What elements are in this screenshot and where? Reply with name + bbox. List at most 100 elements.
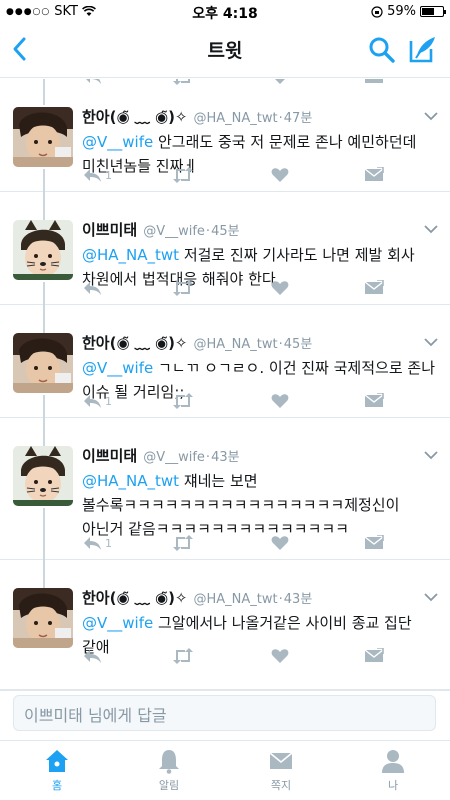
tweet[interactable]: 한아(◉̃ ﹏ ◉̃)✧ @HA_NA_twt · 43분 @V__wife 그… (0, 560, 450, 690)
chevron-down-icon[interactable] (424, 337, 438, 347)
tweet-thread: 한아(◉̃ ﹏ ◉̃)✧ @HA_NA_twt · 47분 @V__wife 안… (0, 79, 450, 690)
heart-icon (271, 649, 289, 663)
separator-dot: · (278, 592, 283, 607)
separator-dot: · (278, 111, 283, 126)
direct-message-button[interactable] (364, 648, 384, 664)
reply-button[interactable]: 1 (82, 167, 112, 183)
heart-icon (271, 394, 289, 408)
reply-count: 1 (105, 168, 112, 182)
tweet[interactable]: 한아(◉̃ ﹏ ◉̃)✧ @HA_NA_twt · 47분 @V__wife 안… (0, 79, 450, 222)
tweet-actions: 1 (82, 393, 430, 413)
like-button[interactable] (271, 167, 289, 183)
username-handle: @HA_NA_twt (193, 337, 278, 352)
mention-link[interactable]: @V__wife (82, 359, 153, 377)
retweet-icon (173, 535, 193, 551)
like-button[interactable] (271, 280, 289, 296)
battery-percent: 59% (387, 4, 416, 19)
search-icon[interactable] (368, 36, 396, 64)
separator-dot: · (205, 450, 211, 465)
avatar[interactable] (13, 333, 73, 393)
direct-message-icon (364, 648, 384, 662)
retweet-icon (173, 648, 193, 664)
tab-home-label: 홈 (51, 779, 63, 792)
thread-connector (43, 418, 45, 444)
reply-input[interactable]: 이쁘미태 님에게 답글 (13, 695, 436, 731)
display-name[interactable]: 이쁘미태 (82, 445, 137, 466)
tab-notifications-label: 알림 (158, 779, 180, 792)
mention-link[interactable]: @V__wife (82, 133, 153, 151)
reply-icon (84, 395, 101, 408)
retweet-icon (173, 280, 193, 296)
bell-icon (159, 750, 179, 774)
avatar[interactable] (13, 220, 73, 280)
tweet-timestamp: 45분 (211, 224, 240, 239)
like-button[interactable] (271, 648, 289, 664)
retweet-button[interactable] (172, 280, 194, 296)
reply-icon (84, 282, 101, 295)
display-name[interactable]: 한아(◉̃ ﹏ ◉̃)✧ (82, 587, 188, 608)
tweet[interactable]: 이쁘미태 @V__wife · 43분 @HA_NA_twt 쟤네는 보면 볼수… (0, 418, 450, 590)
like-button[interactable] (271, 535, 289, 551)
direct-message-icon (364, 535, 384, 549)
mention-link[interactable]: @HA_NA_twt (82, 246, 179, 264)
chevron-down-icon[interactable] (424, 111, 438, 121)
reply-icon (84, 169, 101, 182)
tab-bar: 홈 알림 쪽지 나 (0, 740, 450, 800)
mention-link[interactable]: @V__wife (82, 614, 153, 632)
chevron-down-icon[interactable] (424, 224, 438, 234)
direct-message-button[interactable] (364, 393, 384, 409)
reply-placeholder: 이쁘미태 님에게 답글 (24, 706, 167, 725)
heart-icon (271, 168, 289, 182)
reply-button[interactable] (82, 648, 105, 664)
avatar[interactable] (13, 107, 73, 167)
reply-button[interactable] (82, 280, 105, 296)
envelope-icon (269, 752, 293, 769)
retweet-button[interactable] (172, 648, 194, 664)
thread-connector (43, 79, 45, 105)
retweet-button[interactable] (172, 167, 194, 183)
avatar[interactable] (13, 588, 73, 648)
reply-count: 1 (105, 394, 112, 408)
reply-button[interactable]: 1 (82, 393, 112, 409)
direct-message-button[interactable] (364, 535, 384, 551)
home-icon (46, 750, 68, 772)
display-name[interactable]: 이쁘미태 (82, 219, 137, 240)
username-handle: @V__wife (143, 450, 205, 465)
status-bar: ●●●○○ SKT 오후 4:18 59% (0, 0, 450, 22)
retweet-button[interactable] (172, 393, 194, 409)
tab-me[interactable]: 나 (353, 747, 433, 793)
direct-message-icon (364, 393, 384, 407)
separator-dot: · (278, 337, 283, 352)
direct-message-button[interactable] (364, 280, 384, 296)
tab-home[interactable]: 홈 (17, 747, 97, 793)
tweet-actions (82, 280, 430, 300)
thread-connector (43, 305, 45, 331)
username-handle: @HA_NA_twt (193, 111, 278, 126)
display-name[interactable]: 한아(◉̃ ﹏ ◉̃)✧ (82, 106, 188, 127)
thread-connector (43, 560, 45, 586)
mention-link[interactable]: @HA_NA_twt (82, 472, 179, 490)
tweet-timestamp: 43분 (283, 592, 313, 607)
direct-message-icon (364, 280, 384, 294)
direct-message-button[interactable] (364, 167, 384, 183)
reply-count: 1 (105, 536, 112, 550)
tweet[interactable]: 이쁘미태 @V__wife · 45분 @HA_NA_twt 저걸로 진짜 기사… (0, 192, 450, 335)
tab-messages[interactable]: 쪽지 (241, 747, 321, 793)
display-name[interactable]: 한아(◉̃ ﹏ ◉̃)✧ (82, 332, 188, 353)
heart-icon (271, 281, 289, 295)
direct-message-icon (364, 167, 384, 181)
like-button[interactable] (271, 393, 289, 409)
battery-icon (420, 6, 446, 17)
nav-bar: 트윗 (0, 22, 450, 78)
tweet-actions: 1 (82, 535, 430, 555)
rotation-lock-icon (371, 5, 383, 18)
compose-tweet-icon[interactable] (408, 34, 438, 64)
avatar[interactable] (13, 446, 73, 506)
chevron-down-icon[interactable] (424, 450, 438, 460)
reply-button[interactable]: 1 (82, 535, 112, 551)
chevron-down-icon[interactable] (424, 592, 438, 602)
tweet[interactable]: 한아(◉̃ ﹏ ◉̃)✧ @HA_NA_twt · 45분 @V__wife ㄱ… (0, 305, 450, 448)
tab-notifications[interactable]: 알림 (129, 747, 209, 793)
tweet-actions (82, 648, 430, 668)
retweet-button[interactable] (172, 535, 194, 551)
